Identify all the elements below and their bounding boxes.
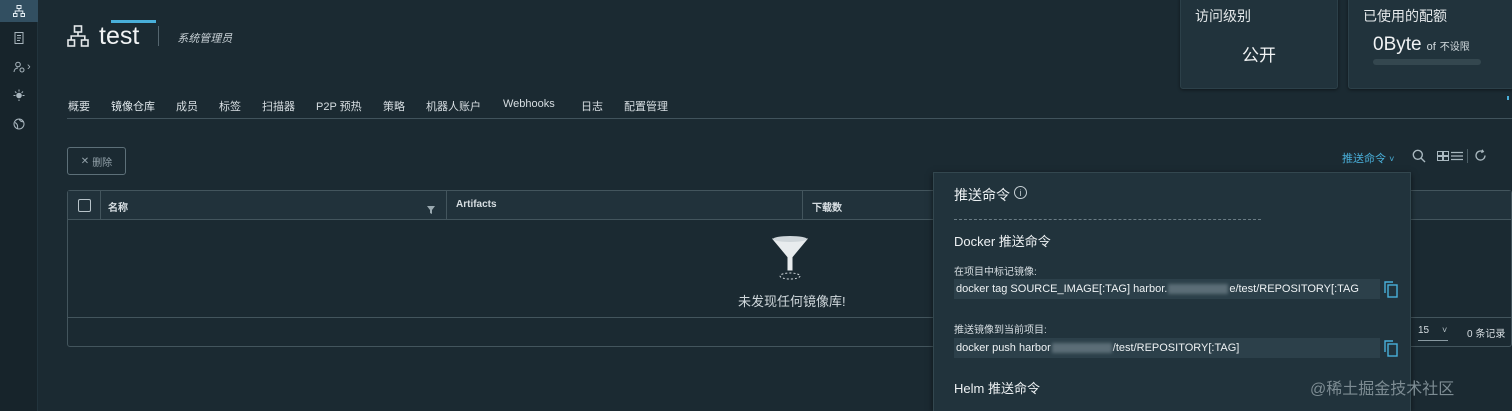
divider xyxy=(158,26,160,46)
active-tab-indicator xyxy=(111,20,156,23)
redacted-host xyxy=(1051,343,1112,354)
project-header: test 系统管理员 xyxy=(67,20,232,52)
push-command-label: 推送命令 xyxy=(1342,153,1386,165)
empty-state-message: 未发现任何镜像库! xyxy=(738,294,846,309)
project-icon xyxy=(67,25,89,47)
search-icon[interactable] xyxy=(1412,149,1426,163)
chevron-down-icon: ˅ xyxy=(1389,154,1395,164)
copy-icon[interactable] xyxy=(1384,340,1398,357)
quota-limit: 不设限 xyxy=(1439,42,1470,53)
user-admin-icon[interactable] xyxy=(0,56,38,78)
quota-usage: 0Byte of 不设限 xyxy=(1373,34,1470,56)
tag-command-prefix: docker tag SOURCE_IMAGE[:TAG] harbor. xyxy=(956,283,1168,295)
delete-button-label: 删除 xyxy=(92,157,113,169)
project-tabs: 概要 镜像仓库 成员 标签 扫描器 P2P 预热 策略 机器人账户 Webhoo… xyxy=(67,96,1512,119)
column-divider xyxy=(100,191,101,220)
interrogation-icon[interactable] xyxy=(0,84,38,106)
dashed-divider xyxy=(954,219,1261,220)
docker-section-title: Docker 推送命令 xyxy=(954,234,1051,249)
project-role: 系统管理员 xyxy=(177,33,233,45)
tab-repositories[interactable]: 镜像仓库 xyxy=(111,98,155,114)
push-command-suffix: /test/REPOSITORY[:TAG] xyxy=(1112,342,1240,354)
push-command-field[interactable]: docker push harbor/test/REPOSITORY[:TAG] xyxy=(954,338,1380,358)
distribution-icon[interactable] xyxy=(0,113,38,135)
tab-webhooks[interactable]: Webhooks xyxy=(503,98,555,110)
access-level-value: 公开 xyxy=(1242,46,1276,65)
tab-members[interactable]: 成员 xyxy=(176,98,198,114)
watermark: @稀土掘金技术社区 xyxy=(1310,381,1455,398)
empty-funnel-icon xyxy=(771,235,809,286)
helm-section-title: Helm 推送命令 xyxy=(954,381,1040,396)
record-count: 0 条记录 xyxy=(1467,329,1506,340)
close-icon: ✕ xyxy=(80,155,90,167)
card-view-icon[interactable] xyxy=(1437,151,1449,161)
push-command-prefix: docker push harbor xyxy=(956,342,1051,354)
chevron-right-icon[interactable]: › xyxy=(27,61,31,73)
copy-icon[interactable] xyxy=(1384,281,1398,298)
scroll-indicator xyxy=(1507,96,1509,100)
sidebar: › xyxy=(0,0,38,411)
push-command-dropdown[interactable]: 推送命令 ˅ xyxy=(1342,150,1394,166)
tab-logs[interactable]: 日志 xyxy=(581,98,603,114)
info-icon[interactable]: i xyxy=(1014,186,1027,199)
column-name[interactable]: 名称 xyxy=(108,199,128,214)
tab-labels[interactable]: 标签 xyxy=(219,98,241,114)
redacted-host xyxy=(1168,284,1229,295)
quota-progress-bar xyxy=(1373,59,1481,65)
tag-command-label: 在项目中标记镜像: xyxy=(954,267,1037,278)
toolbar-divider xyxy=(1467,149,1468,163)
project-name: test xyxy=(99,21,140,50)
column-pulls[interactable]: 下载数 xyxy=(812,199,842,214)
tab-policy[interactable]: 策略 xyxy=(383,98,405,114)
refresh-icon[interactable] xyxy=(1474,149,1487,162)
page-size-value: 15 xyxy=(1418,325,1430,336)
access-level-label: 访问级别 xyxy=(1195,8,1251,24)
tag-command-field[interactable]: docker tag SOURCE_IMAGE[:TAG] harbor. e/t… xyxy=(954,279,1380,299)
page-size-select[interactable]: 15 ˅ xyxy=(1418,323,1448,341)
tab-scanner[interactable]: 扫描器 xyxy=(262,98,295,114)
quota-used: 0Byte xyxy=(1373,34,1422,55)
select-all-checkbox[interactable] xyxy=(78,199,91,212)
filter-icon[interactable] xyxy=(427,201,435,219)
project-icon[interactable] xyxy=(0,0,38,22)
tab-configuration[interactable]: 配置管理 xyxy=(624,98,668,114)
popover-title: 推送命令 xyxy=(954,187,1010,203)
quota-label: 已使用的配额 xyxy=(1363,8,1447,24)
access-level-card: 访问级别 公开 xyxy=(1180,0,1338,89)
column-artifacts[interactable]: Artifacts xyxy=(456,199,497,210)
quota-of: of xyxy=(1426,41,1436,53)
column-divider xyxy=(446,191,447,220)
push-command-label: 推送镜像到当前项目: xyxy=(954,325,1047,336)
delete-button[interactable]: ✕ 删除 xyxy=(67,147,126,175)
tab-p2p-preheat[interactable]: P2P 预热 xyxy=(316,98,362,114)
column-divider xyxy=(802,191,803,220)
quota-card: 已使用的配额 0Byte of 不设限 xyxy=(1348,0,1512,89)
tab-robot-accounts[interactable]: 机器人账户 xyxy=(426,98,481,114)
tag-command-suffix: e/test/REPOSITORY[:TAG xyxy=(1229,283,1359,295)
chevron-down-icon: ˅ xyxy=(1442,325,1448,335)
tab-summary[interactable]: 概要 xyxy=(68,98,90,114)
log-icon[interactable] xyxy=(0,27,38,49)
list-view-icon[interactable] xyxy=(1451,151,1463,161)
